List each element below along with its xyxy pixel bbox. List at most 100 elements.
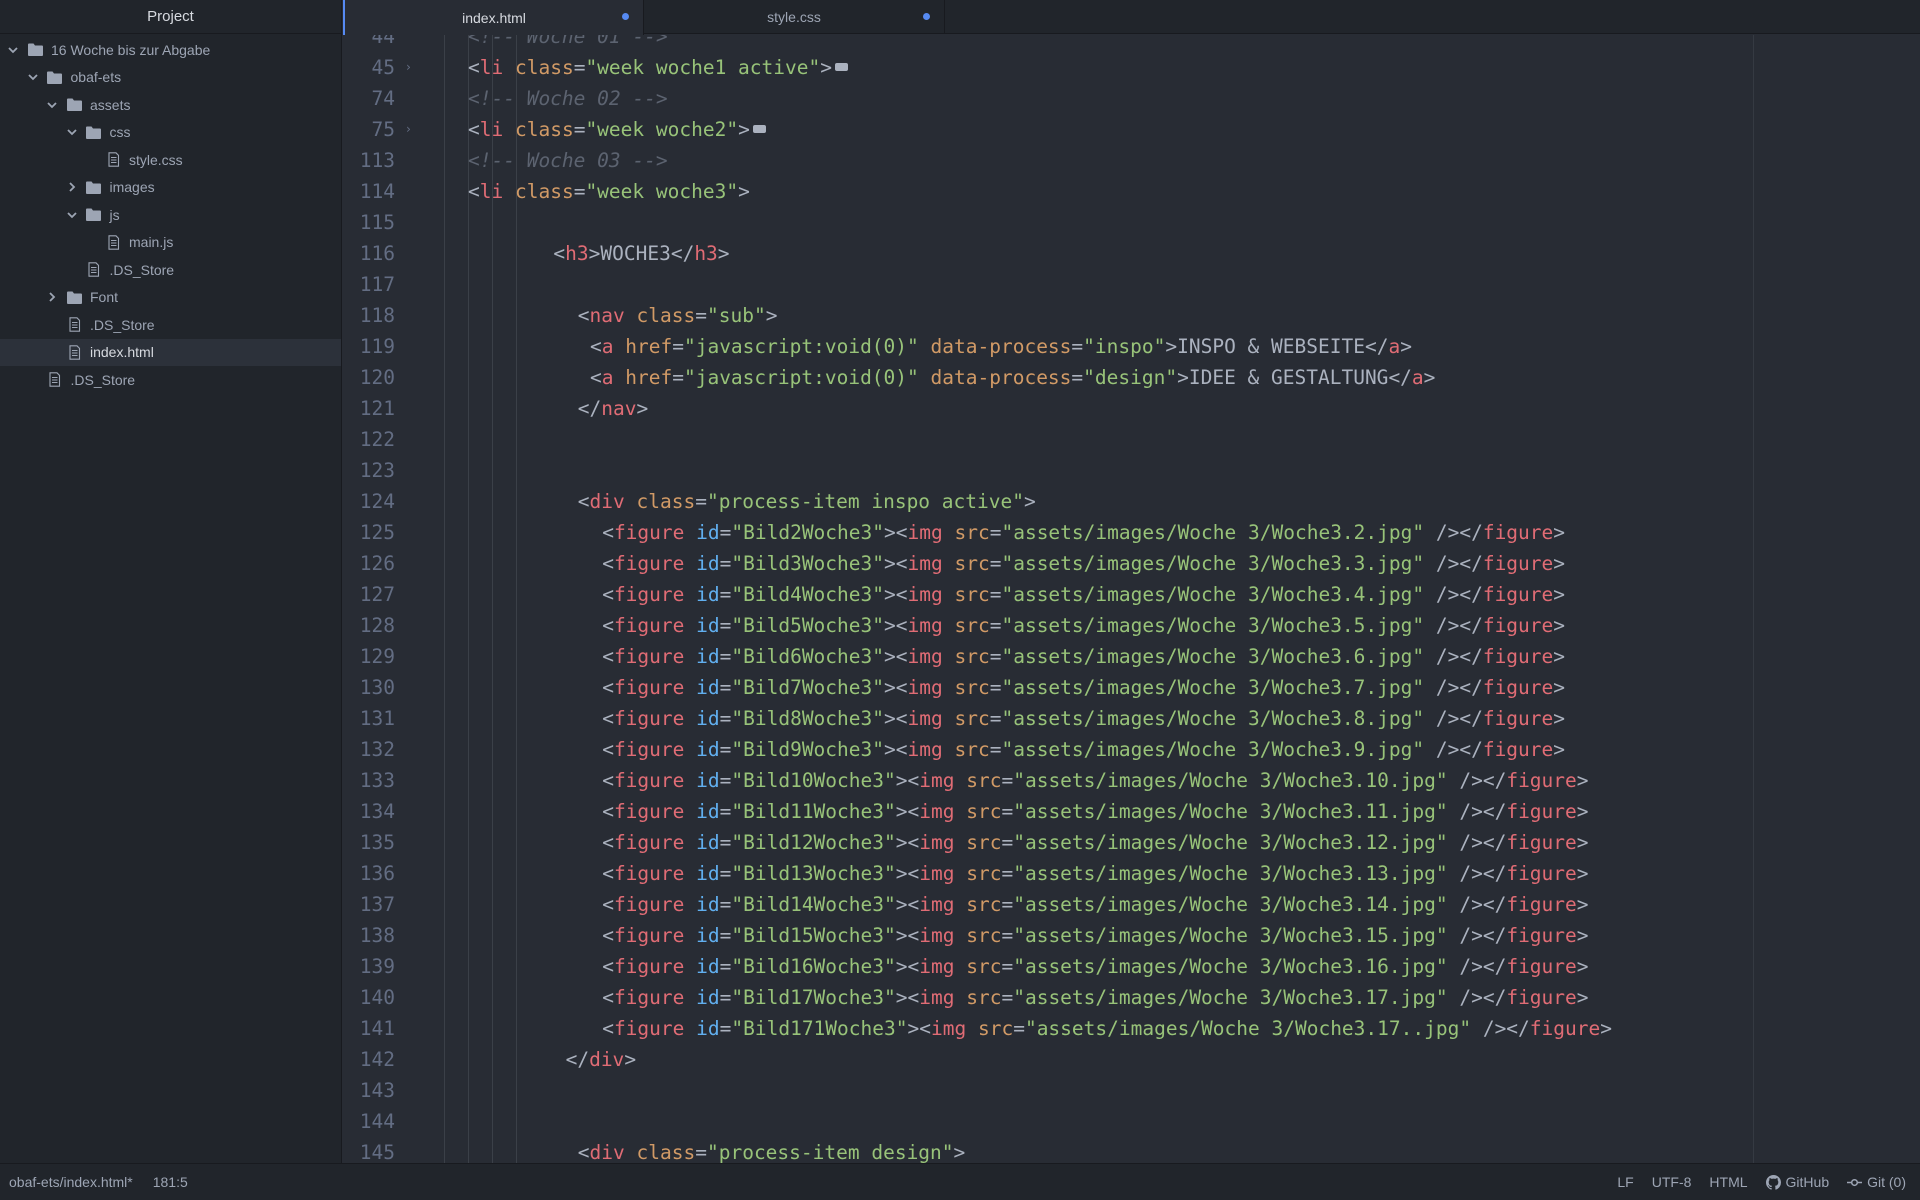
tree-file[interactable]: .DS_Store	[0, 366, 341, 394]
code-line[interactable]: <figure id="Bild17Woche3"><img src="asse…	[602, 982, 1588, 1013]
code-line[interactable]: <figure id="Bild171Woche3"><img src="ass…	[602, 1013, 1612, 1044]
code-line[interactable]: </nav>	[578, 393, 648, 424]
tree-folder[interactable]: Font	[0, 284, 341, 312]
code-line[interactable]: <figure id="Bild14Woche3"><img src="asse…	[602, 889, 1588, 920]
code-token: src	[966, 800, 1002, 823]
fold-chevron-icon[interactable]: ›	[405, 114, 412, 145]
code-line[interactable]: <a href="javascript:void(0)" data-proces…	[590, 362, 1435, 393]
chevron-down-icon[interactable]	[26, 70, 40, 84]
gutter-line: 126	[343, 548, 420, 579]
tree-file[interactable]: index.html	[0, 338, 341, 366]
code-token: "assets/images/Woche 3/Woche3.11.jpg"	[1013, 800, 1448, 823]
code-token: "Bild11Woche3"	[731, 800, 896, 823]
github-button[interactable]: GitHub	[1765, 1174, 1829, 1190]
code-token: /></	[1459, 986, 1507, 1009]
code-token: id	[696, 1017, 720, 1040]
code-line[interactable]: <div class="process-item inspo active">	[578, 486, 1036, 517]
code-token: =	[719, 738, 732, 761]
code-line[interactable]: <!-- Woche 03 -->	[468, 145, 668, 176]
tree-folder[interactable]: images	[0, 174, 341, 202]
code-line[interactable]: <li class="week woche1 active">	[468, 52, 848, 83]
code-line[interactable]: <!-- Woche 02 -->	[468, 83, 668, 114]
code-line[interactable]: <a href="javascript:void(0)" data-proces…	[590, 331, 1412, 362]
code-token: =	[719, 614, 732, 637]
code-token: /></	[1459, 862, 1507, 885]
code-line[interactable]: <figure id="Bild12Woche3"><img src="asse…	[602, 827, 1588, 858]
folded-ellipsis-icon[interactable]	[835, 62, 848, 71]
chevron-down-icon[interactable]	[6, 43, 20, 57]
code-line[interactable]: <figure id="Bild8Woche3"><img src="asset…	[602, 703, 1565, 734]
code-token: img	[907, 521, 943, 544]
tree-folder[interactable]: obaf-ets	[0, 64, 341, 92]
status-grammar[interactable]: HTML	[1709, 1174, 1747, 1190]
code-line[interactable]: <figure id="Bild13Woche3"><img src="asse…	[602, 858, 1588, 889]
status-encoding[interactable]: UTF-8	[1652, 1174, 1692, 1190]
code-line[interactable]: <figure id="Bild5Woche3"><img src="asset…	[602, 610, 1565, 641]
code-line[interactable]: <!-- Woche 01 -->	[468, 35, 668, 52]
gutter-line: 140	[343, 982, 420, 1013]
tree-file[interactable]: main.js	[0, 229, 341, 257]
code-token: =	[719, 521, 732, 544]
code-line[interactable]: <figure id="Bild9Woche3"><img src="asset…	[602, 734, 1565, 765]
code-token: "Bild16Woche3"	[731, 955, 896, 978]
code-token: =	[719, 955, 732, 978]
status-file-path[interactable]: obaf-ets/index.html*	[9, 1174, 133, 1190]
tree-file[interactable]: .DS_Store	[0, 311, 341, 339]
tree-file[interactable]: .DS_Store	[0, 256, 341, 284]
status-cursor-position[interactable]: 181:5	[153, 1174, 188, 1190]
code-token: figure	[613, 583, 685, 606]
git-button[interactable]: Git (0)	[1847, 1174, 1906, 1190]
chevron-down-icon[interactable]	[45, 98, 59, 112]
tree-folder[interactable]: 16 Woche bis zur Abgabe	[0, 36, 341, 64]
tab-style-css[interactable]: style.css	[644, 0, 945, 34]
code-line[interactable]: <figure id="Bild11Woche3"><img src="asse…	[602, 796, 1588, 827]
chevron-down-icon[interactable]	[65, 125, 79, 139]
code-line[interactable]: <li class="week woche2">	[468, 114, 766, 145]
chevron-right-icon[interactable]	[65, 180, 79, 194]
line-number: 116	[359, 242, 395, 265]
code-line[interactable]: <figure id="Bild6Woche3"><img src="asset…	[602, 641, 1565, 672]
code-line[interactable]: <figure id="Bild4Woche3"><img src="asset…	[602, 579, 1565, 610]
code-token: >	[884, 614, 896, 637]
line-number: 44	[371, 35, 395, 48]
code-token: a	[1411, 366, 1424, 389]
code-token: =	[1001, 986, 1014, 1009]
code-line[interactable]: <figure id="Bild15Woche3"><img src="asse…	[602, 920, 1588, 951]
file-text-icon	[65, 317, 83, 333]
code-line[interactable]: <figure id="Bild7Woche3"><img src="asset…	[602, 672, 1565, 703]
code-token: >	[717, 242, 730, 265]
fold-chevron-icon[interactable]: ›	[405, 52, 412, 83]
folded-ellipsis-icon[interactable]	[752, 124, 766, 133]
tab-index-html[interactable]: index.html	[343, 0, 644, 35]
code-line[interactable]: <figure id="Bild2Woche3"><img src="asset…	[602, 517, 1565, 548]
code-line[interactable]: <h3>WOCHE3</h3>	[553, 238, 729, 269]
code-line[interactable]: <figure id="Bild10Woche3"><img src="asse…	[602, 765, 1588, 796]
code-area[interactable]: <!-- Woche 01 --> <li class="week woche1 …	[420, 35, 1920, 1163]
code-token: "assets/images/Woche 3/Woche3.9.jpg"	[1001, 738, 1425, 761]
chevron-down-icon[interactable]	[65, 208, 79, 222]
tree-folder[interactable]: css	[0, 119, 341, 147]
code-token: =	[989, 676, 1002, 699]
tree-folder[interactable]: assets	[0, 91, 341, 119]
code-line[interactable]: <div class="process-item design">	[578, 1137, 965, 1163]
code-token: "javascript:void(0)"	[683, 366, 919, 389]
line-number: 135	[359, 831, 395, 854]
tree-folder[interactable]: js	[0, 201, 341, 229]
code-token: id	[696, 986, 720, 1009]
code-token: IDEE & GESTALTUNG	[1188, 366, 1389, 389]
code-line[interactable]: </div>	[566, 1044, 636, 1075]
chevron-right-icon[interactable]	[45, 290, 59, 304]
code-line[interactable]: <nav class="sub">	[578, 300, 778, 331]
code-line[interactable]: <figure id="Bild16Woche3"><img src="asse…	[602, 951, 1588, 982]
code-editor[interactable]: 44 45 › 74 75 › 113 114 115 116 117 118 119 120 121 122…	[343, 35, 1920, 1163]
code-token: =	[573, 180, 586, 203]
code-line[interactable]: <li class="week woche3">	[468, 176, 750, 207]
status-line-ending[interactable]: LF	[1617, 1174, 1633, 1190]
tree-file[interactable]: style.css	[0, 146, 341, 174]
code-token: "assets/images/Woche 3/Woche3.3.jpg"	[1001, 552, 1425, 575]
code-line[interactable]: <figure id="Bild3Woche3"><img src="asset…	[602, 548, 1565, 579]
folder-icon	[85, 124, 103, 140]
code-token: figure	[613, 924, 685, 947]
